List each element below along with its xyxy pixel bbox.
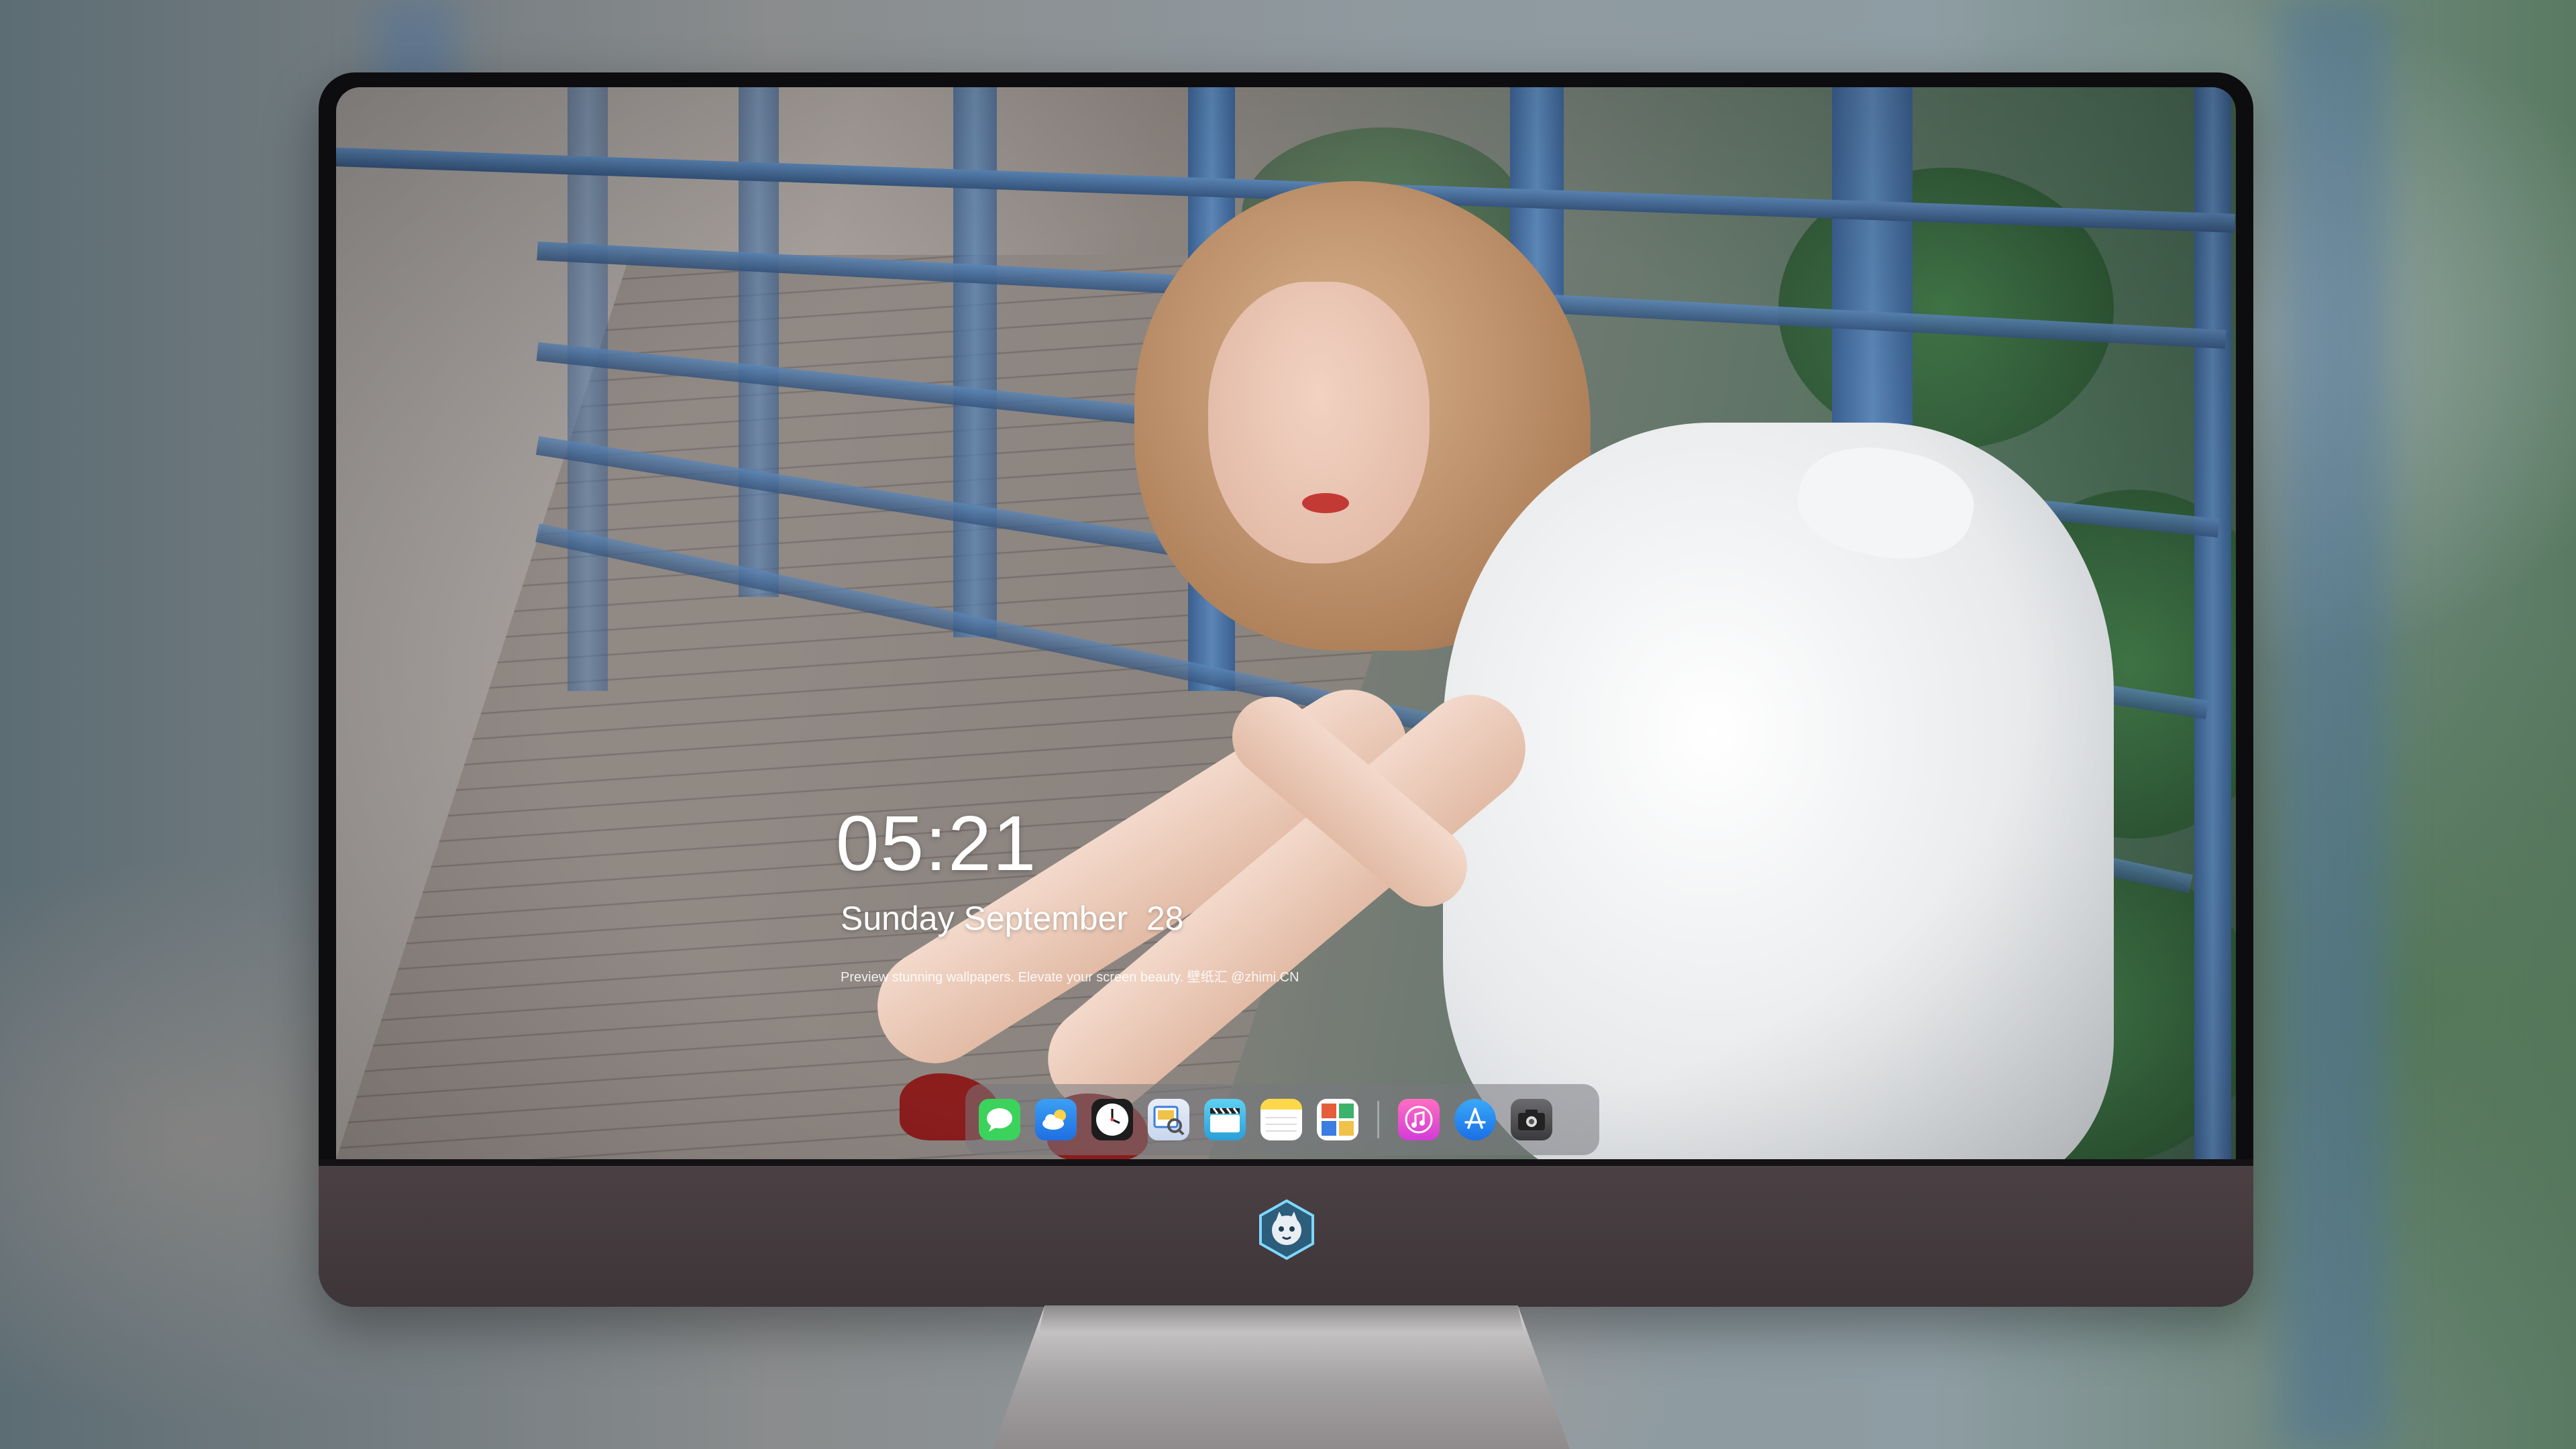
lock-tagline: Preview stunning wallpapers. Elevate you… xyxy=(841,970,1299,985)
notes-icon[interactable] xyxy=(1260,1099,1302,1140)
music-icon[interactable] xyxy=(1398,1099,1440,1140)
lock-date: Sunday September 28 xyxy=(841,900,1184,937)
clock-icon[interactable] xyxy=(1091,1099,1133,1140)
lock-screen[interactable]: 05:21 Sunday September 28 Preview stunni… xyxy=(336,87,2236,1159)
messages-icon[interactable] xyxy=(979,1099,1020,1140)
app-store-icon[interactable] xyxy=(1454,1099,1496,1140)
monitor-stand-shadow xyxy=(1038,1305,1524,1332)
background-rail xyxy=(2281,0,2388,1449)
camera-icon[interactable] xyxy=(1511,1099,1552,1140)
brand-logo-icon xyxy=(1259,1199,1314,1260)
dock-separator xyxy=(1377,1101,1379,1138)
dock xyxy=(965,1084,1599,1155)
preview-icon[interactable] xyxy=(1148,1099,1189,1140)
desktop-scene: 05:21 Sunday September 28 Preview stunni… xyxy=(0,0,2576,1449)
photo-booth-icon[interactable] xyxy=(1317,1099,1358,1140)
weather-icon[interactable] xyxy=(1035,1099,1077,1140)
clips-icon[interactable] xyxy=(1204,1099,1246,1140)
monitor: 05:21 Sunday September 28 Preview stunni… xyxy=(319,72,2253,1307)
lock-clock: 05:21 xyxy=(836,800,1038,887)
wallpaper-vignette xyxy=(336,87,2236,1159)
